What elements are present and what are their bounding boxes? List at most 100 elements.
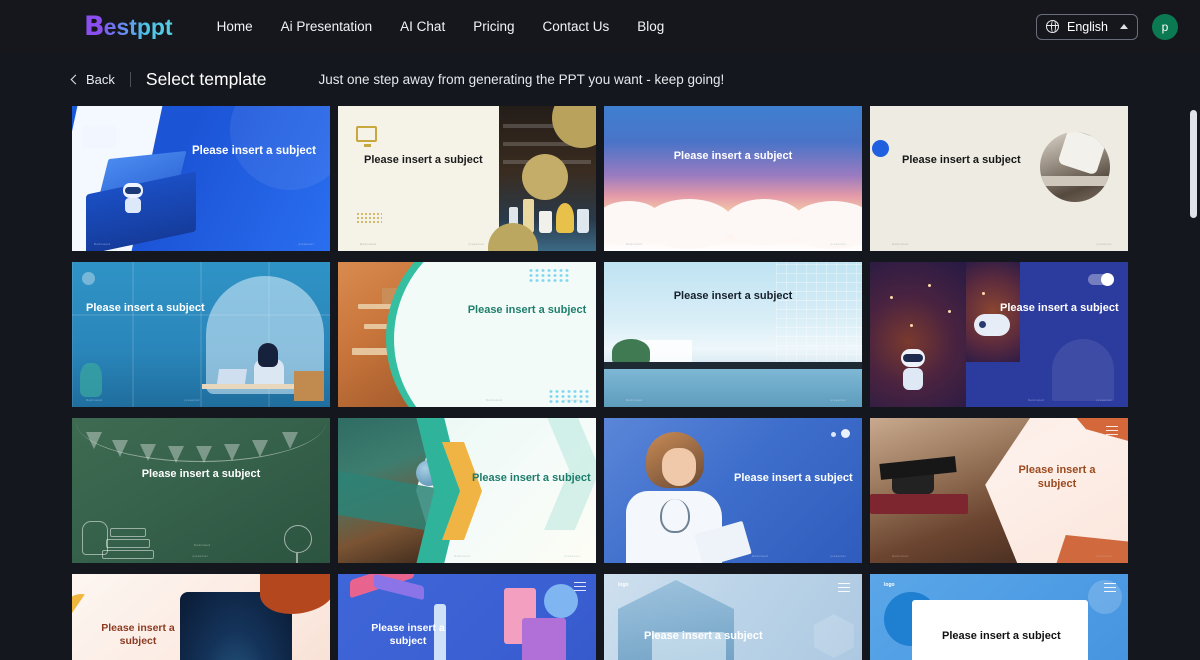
slide-footer-left: Dedicated: [892, 554, 909, 558]
template-title: Please insert a subject: [673, 290, 793, 302]
template-title: Please insert a subject: [192, 145, 317, 157]
template-title: Please insert a subject: [1018, 464, 1096, 490]
slide-footer-right: presenter: [830, 398, 846, 402]
slide-footer-right: presenter: [1096, 398, 1112, 402]
decor-face: [662, 448, 696, 486]
decor-shape-orange: [1068, 418, 1128, 442]
nav-item-ai-presentation[interactable]: Ai Presentation: [281, 19, 373, 34]
slide-logo-label: logo: [884, 582, 895, 588]
slide-footer-right: presenter: [1096, 242, 1112, 246]
nav-item-ai-chat[interactable]: AI Chat: [400, 19, 445, 34]
template-thumbnail-chemistry-beakers: Please insert a subject: [72, 574, 330, 660]
template-card[interactable]: Please insert a subject: [72, 574, 330, 660]
template-card[interactable]: Please insert a subject Dedicated presen…: [338, 418, 596, 563]
template-card[interactable]: Please insert a subject Dedicated presen…: [870, 106, 1128, 251]
decor-laptop: [216, 369, 248, 384]
slide-footer-right: presenter: [298, 242, 314, 246]
nav-item-contact-us[interactable]: Contact Us: [542, 19, 609, 34]
template-title: Please insert a subject: [467, 304, 587, 316]
template-card[interactable]: logo Please insert a subject: [870, 574, 1128, 660]
decor-blue-dot: [872, 140, 889, 157]
nav-item-blog[interactable]: Blog: [637, 19, 664, 34]
template-thumbnail-graduation-peach: Please insert a subject Dedicated presen…: [870, 418, 1128, 563]
app-logo[interactable]: B estppt: [84, 13, 173, 40]
template-thumbnail-architecture-glass: Please insert a subject Dedicated presen…: [604, 262, 862, 407]
globe-icon: [284, 525, 312, 563]
nav-item-home[interactable]: Home: [217, 19, 253, 34]
template-title: Please insert a subject: [902, 154, 1021, 166]
decor-water: [604, 367, 862, 407]
slide-footer-left: Dedicated: [360, 242, 377, 246]
template-card[interactable]: Please insert a subject Dedicated presen…: [72, 418, 330, 563]
decor-hexagon: [618, 580, 734, 660]
template-title: Please insert a subject: [942, 630, 1061, 642]
robot-icon: [898, 349, 928, 401]
decor-iso-shape: [522, 618, 566, 660]
slide-logo-label: logo: [618, 582, 629, 588]
language-selector[interactable]: English: [1036, 13, 1138, 40]
page-tagline: Just one step away from generating the P…: [318, 72, 725, 87]
decor-dot-grid: [528, 268, 570, 282]
template-card[interactable]: Please insert a subject Dedicated presen…: [870, 418, 1128, 563]
slide-footer-left: Dedicated: [626, 398, 643, 402]
decor-cabinet: [294, 371, 324, 401]
back-button-label: Back: [86, 72, 115, 87]
logo-wordmark: estppt: [103, 14, 173, 40]
slide-footer-left: Dedicated: [1028, 398, 1045, 402]
template-title: Please insert a subject: [644, 630, 763, 642]
template-card[interactable]: logo Please insert a subject: [604, 574, 862, 660]
decor-shape-orange: [1052, 535, 1128, 563]
slide-footer-right: presenter: [564, 398, 580, 402]
scrollbar-thumb[interactable]: [1190, 110, 1197, 218]
robot-icon: [974, 314, 1010, 336]
slide-footer-left: Dedicated: [892, 242, 909, 246]
template-card[interactable]: Please insert a subject Dedicated presen…: [72, 262, 330, 407]
book-icon: [102, 550, 154, 559]
template-card[interactable]: Please insert a subject Dedicated presen…: [870, 262, 1128, 407]
slide-footer-left: Dedicated: [454, 554, 471, 558]
template-thumbnail-blue-white-card: logo Please insert a subject: [870, 574, 1128, 660]
monitor-icon: [356, 126, 377, 147]
top-navigation-bar: B estppt Home Ai Presentation AI Chat Pr…: [0, 0, 1200, 53]
hamburger-menu-icon: [574, 582, 586, 592]
slide-footer-left: Dedicated: [194, 543, 211, 547]
decor-plant: [80, 363, 102, 397]
template-thumbnail-ice-hexagon-blue: logo Please insert a subject: [604, 574, 862, 660]
template-title: Please insert a subject: [734, 472, 853, 484]
book-icon: [106, 539, 150, 548]
decor-dot: [82, 272, 95, 285]
chevron-up-icon: [1120, 24, 1128, 29]
nav-item-pricing[interactable]: Pricing: [473, 19, 514, 34]
page-subheader: Back Select template Just one step away …: [0, 53, 1200, 106]
template-thumbnail-blue-office-desk: Please insert a subject Dedicated presen…: [72, 262, 330, 407]
avatar[interactable]: p: [1152, 13, 1178, 40]
decor-iso-shape: [544, 584, 578, 618]
chat-bubble-icon: [82, 126, 116, 148]
template-title: Please insert a subject: [364, 154, 483, 166]
decor-cloud: [644, 199, 734, 249]
scrollbar-track[interactable]: [1190, 55, 1199, 660]
template-card[interactable]: Please insert a subject Dedicated presen…: [604, 106, 862, 251]
decor-swirl: [260, 574, 330, 614]
template-card[interactable]: Please insert a subject Dedicated presen…: [604, 418, 862, 563]
template-card[interactable]: Please insert a subject Dedicated presen…: [338, 262, 596, 407]
template-card[interactable]: Please insert a subject: [338, 574, 596, 660]
decor-arch: [1052, 339, 1114, 401]
decor-dot: [841, 429, 850, 438]
globe-icon: [1045, 19, 1059, 33]
robot-icon: [120, 183, 146, 213]
logo-initial: B: [84, 11, 105, 42]
template-card[interactable]: Please insert a subject Dedicated presen…: [72, 106, 330, 251]
template-title: Please insert a subject: [371, 622, 445, 648]
template-card[interactable]: Please insert a subject Dedicated presen…: [338, 106, 596, 251]
template-grid: Please insert a subject Dedicated presen…: [72, 106, 1128, 660]
back-button[interactable]: Back: [70, 72, 115, 87]
template-title: Please insert a subject: [101, 622, 175, 648]
slide-footer-left: Dedicated: [86, 398, 103, 402]
hamburger-menu-icon: [838, 583, 850, 593]
decor-book: [870, 494, 968, 514]
template-card[interactable]: Please insert a subject Dedicated presen…: [604, 262, 862, 407]
template-thumbnail-cream-lab-bottles: Please insert a subject Dedicated presen…: [338, 106, 596, 251]
decor-circle: [522, 154, 568, 200]
topbar-right-group: English p: [1036, 0, 1178, 53]
